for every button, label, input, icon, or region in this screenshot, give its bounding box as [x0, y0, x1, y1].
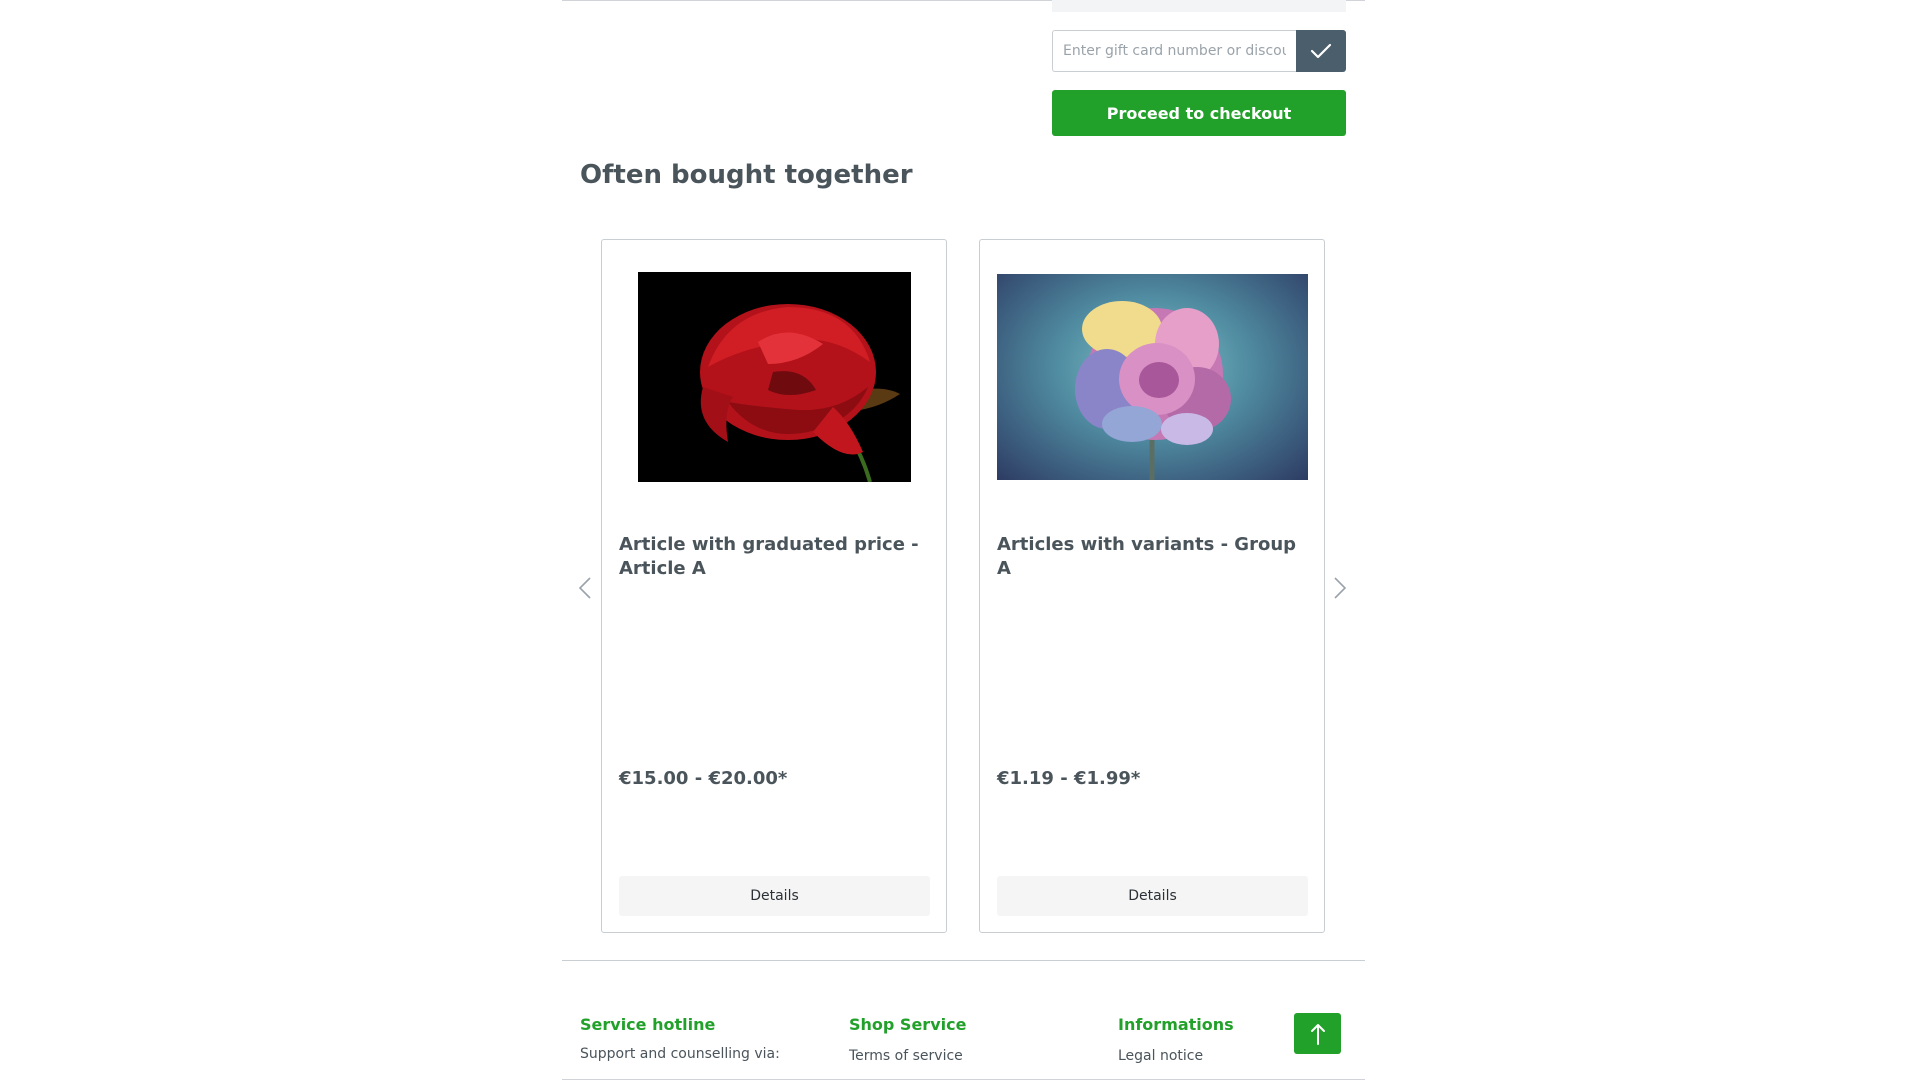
proceed-to-checkout-button[interactable]: Proceed to checkout — [1052, 90, 1346, 136]
footer-divider — [562, 960, 1365, 961]
product-name[interactable]: Articles with variants - Group A — [997, 533, 1297, 581]
footer-column-title[interactable]: Informations — [1118, 1015, 1234, 1034]
scroll-to-top-button[interactable] — [1294, 1013, 1341, 1054]
arrow-up-icon — [1310, 1023, 1325, 1045]
footer-column-service-hotline: Service hotline Support and counselling … — [580, 1015, 780, 1062]
rainbow-rose-image — [1075, 301, 1231, 480]
product-image-rainbow-rose[interactable] — [997, 274, 1308, 480]
chevron-left-icon — [578, 577, 591, 599]
product-card: Article with graduated price - Article A… — [601, 239, 947, 933]
product-price: €1.19 - €1.99* — [997, 768, 1141, 789]
footer-link-legal-notice[interactable]: Legal notice — [1118, 1048, 1234, 1064]
chevron-right-icon — [1334, 577, 1347, 599]
details-button[interactable]: Details — [997, 876, 1308, 916]
footer-link-terms-of-service[interactable]: Terms of service — [849, 1048, 966, 1064]
voucher-input[interactable] — [1052, 30, 1296, 72]
slider-prev-button[interactable] — [575, 575, 595, 601]
product-card: Articles with variants - Group A €1.19 -… — [979, 239, 1325, 933]
voucher-submit-button[interactable] — [1296, 30, 1346, 72]
footer-column-shop-service: Shop Service Terms of service — [849, 1015, 966, 1064]
footer-text: Support and counselling via: — [580, 1046, 780, 1062]
footer-column-title[interactable]: Service hotline — [580, 1015, 780, 1034]
page: Proceed to checkout Often bought togethe… — [0, 0, 1920, 1080]
cart-summary-bottom — [1052, 0, 1346, 12]
red-rose-image — [638, 272, 911, 482]
voucher-form — [1052, 30, 1346, 72]
checkmark-icon — [1310, 43, 1332, 59]
product-image-red-rose[interactable] — [638, 272, 911, 482]
details-button[interactable]: Details — [619, 876, 930, 916]
footer-column-title[interactable]: Shop Service — [849, 1015, 966, 1034]
product-name[interactable]: Article with graduated price - Article A — [619, 533, 919, 581]
cross-selling-title: Often bought together — [580, 160, 913, 190]
footer-column-informations: Informations Legal notice — [1118, 1015, 1234, 1064]
slider-next-button[interactable] — [1330, 575, 1350, 601]
product-price: €15.00 - €20.00* — [619, 768, 788, 789]
